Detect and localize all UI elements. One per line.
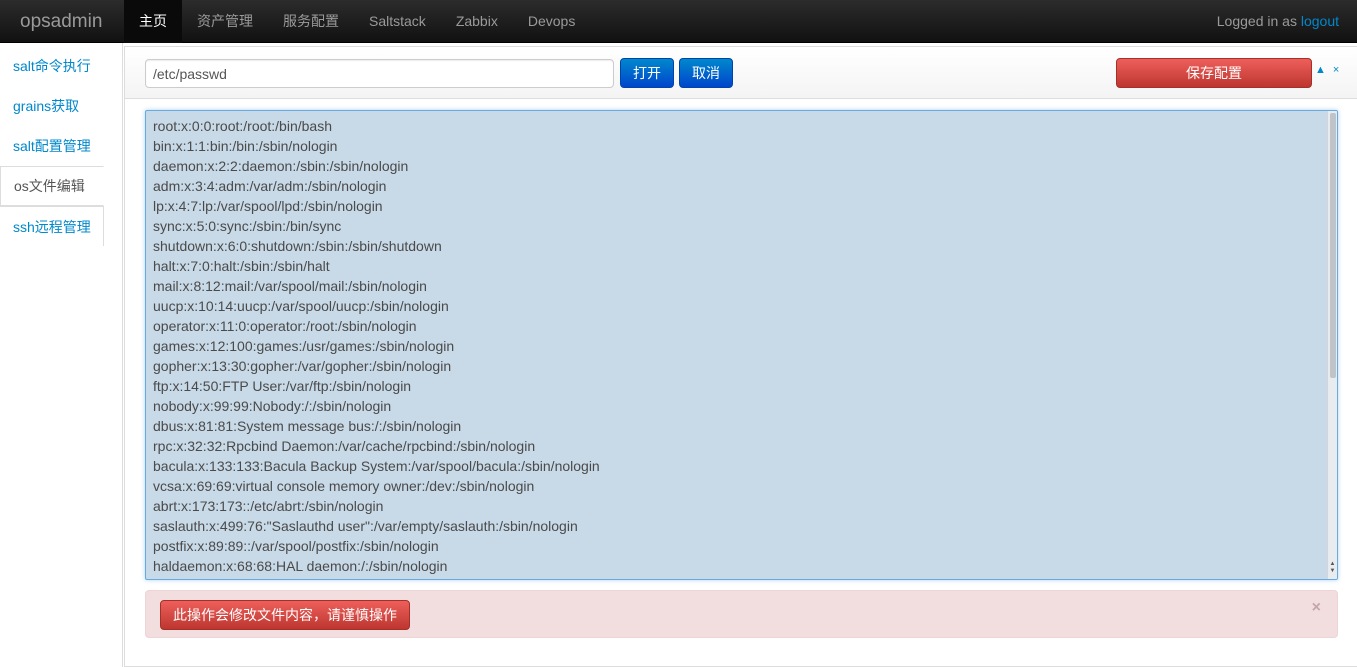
file-content-textarea[interactable]: root:x:0:0:root:/root:/bin/bash bin:x:1:1… [145, 110, 1338, 580]
open-button[interactable]: 打开 [620, 58, 674, 88]
sidebar-item-os-file-edit[interactable]: os文件编辑 [0, 166, 104, 206]
sidebar-item-salt-command[interactable]: salt命令执行 [0, 46, 104, 86]
editor-line: games:x:12:100:games:/usr/games:/sbin/no… [153, 338, 455, 354]
editor-line: operator:x:11:0:operator:/root:/sbin/nol… [153, 318, 417, 334]
sidebar: salt命令执行 grains获取 salt配置管理 os文件编辑 ssh远程管… [0, 43, 123, 667]
brand-logo[interactable]: opsadmin [20, 0, 102, 43]
nav-item-assets[interactable]: 资产管理 [182, 0, 268, 43]
nav-item-saltstack[interactable]: Saltstack [354, 0, 441, 43]
editor-line: uucp:x:10:14:uucp:/var/spool/uucp:/sbin/… [153, 298, 449, 314]
cancel-button[interactable]: 取消 [679, 58, 733, 88]
editor-line: halt:x:7:0:halt:/sbin:/sbin/halt [153, 258, 330, 274]
editor-line: mail:x:8:12:mail:/var/spool/mail:/sbin/n… [153, 278, 427, 294]
editor-line: adm:x:3:4:adm:/var/adm:/sbin/nologin [153, 178, 387, 194]
editor-line: sync:x:5:0:sync:/sbin:/bin/sync [153, 218, 342, 234]
panel-toolbar: 打开 取消 保存配置 ▲× [125, 47, 1357, 99]
login-status: Logged in as logout [1217, 0, 1339, 43]
editor-line: rpc:x:32:32:Rpcbind Daemon:/var/cache/rp… [153, 438, 536, 454]
editor-line: vcsa:x:69:69:virtual console memory owne… [153, 478, 535, 494]
scroll-arrows-icon[interactable]: ▲ ▼ [1329, 561, 1336, 575]
editor-scrollbar[interactable]: ▲ ▼ [1327, 111, 1337, 579]
logout-link[interactable]: logout [1301, 13, 1339, 29]
warning-button[interactable]: 此操作会修改文件内容，请谨慎操作 [160, 600, 410, 630]
editor-line: root:x:0:0:root:/root:/bin/bash [153, 118, 332, 134]
editor-line: lp:x:4:7:lp:/var/spool/lpd:/sbin/nologin [153, 198, 383, 214]
editor-line: ftp:x:14:50:FTP User:/var/ftp:/sbin/nolo… [153, 378, 412, 394]
nav-item-service-config[interactable]: 服务配置 [268, 0, 354, 43]
editor-line: bin:x:1:1:bin:/bin:/sbin/nologin [153, 138, 338, 154]
scrollbar-thumb[interactable] [1330, 113, 1336, 378]
file-editor-panel: 打开 取消 保存配置 ▲× root:x:0:0:root:/root:/bin… [124, 46, 1357, 667]
editor-line: bacula:x:133:133:Bacula Backup System:/v… [153, 458, 600, 474]
file-content-lines: root:x:0:0:root:/root:/bin/bash bin:x:1:1… [153, 116, 600, 576]
editor-line: gopher:x:13:30:gopher:/var/gopher:/sbin/… [153, 358, 452, 374]
nav-item-devops[interactable]: Devops [513, 0, 590, 43]
editor-line: nobody:x:99:99:Nobody:/:/sbin/nologin [153, 398, 392, 414]
login-text: Logged in as [1216, 13, 1301, 29]
sidebar-item-grains[interactable]: grains获取 [0, 86, 104, 126]
close-icon[interactable]: × [1333, 64, 1339, 76]
sidebar-item-salt-config[interactable]: salt配置管理 [0, 126, 104, 166]
panel-controls: ▲ × [1315, 64, 1346, 76]
editor-line: saslauth:x:499:76:"Saslauthd user":/var/… [153, 518, 578, 534]
save-config-button[interactable]: 保存配置 [1116, 58, 1312, 88]
warning-alert: 此操作会修改文件内容，请谨慎操作 × [145, 590, 1338, 638]
main-nav: 主页 资产管理 服务配置 Saltstack Zabbix Devops [124, 0, 590, 43]
editor-line: postfix:x:89:89::/var/spool/postfix:/sbi… [153, 538, 439, 554]
file-path-input[interactable] [145, 59, 614, 88]
collapse-icon[interactable]: ▲ [1315, 64, 1326, 76]
alert-close-icon[interactable]: × [1312, 599, 1321, 617]
editor-line: dbus:x:81:81:System message bus:/:/sbin/… [153, 418, 462, 434]
editor-line: haldaemon:x:68:68:HAL daemon:/:/sbin/nol… [153, 558, 448, 574]
editor-line: daemon:x:2:2:daemon:/sbin:/sbin/nologin [153, 158, 409, 174]
editor-line: abrt:x:173:173::/etc/abrt:/sbin/nologin [153, 498, 384, 514]
top-navbar: opsadmin 主页 资产管理 服务配置 Saltstack Zabbix D… [0, 0, 1357, 43]
nav-item-zabbix[interactable]: Zabbix [441, 0, 513, 43]
editor-line: shutdown:x:6:0:shutdown:/sbin:/sbin/shut… [153, 238, 442, 254]
nav-item-home[interactable]: 主页 [124, 0, 182, 43]
sidebar-item-ssh-remote[interactable]: ssh远程管理 [0, 206, 104, 246]
